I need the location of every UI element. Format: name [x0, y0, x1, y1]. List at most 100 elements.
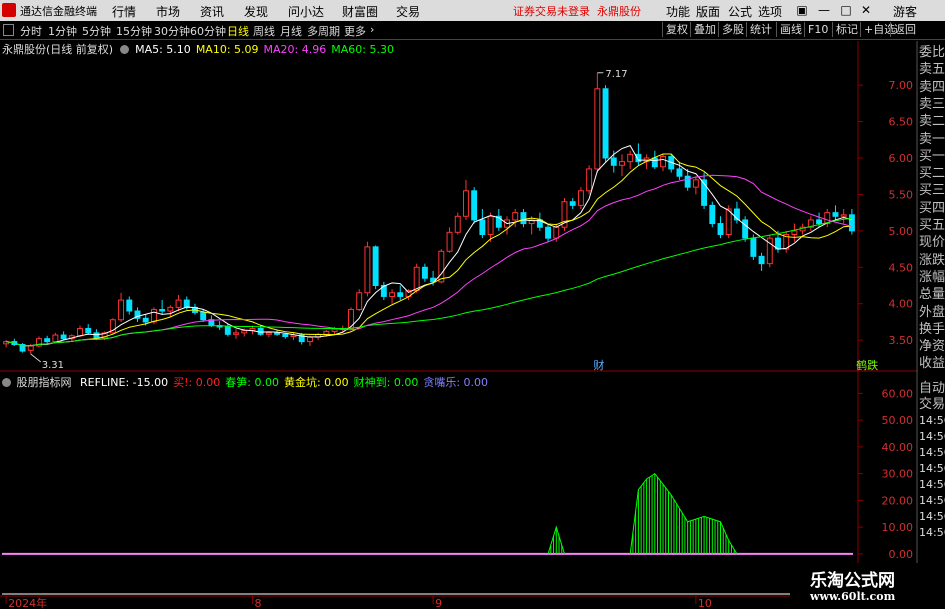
- side-panel-item[interactable]: 14:56: [919, 413, 945, 429]
- side-panel-item[interactable]: 交易: [919, 397, 945, 413]
- candle-body: [290, 334, 297, 337]
- side-panel-item[interactable]: 买一: [919, 149, 945, 165]
- candle-body: [11, 341, 18, 346]
- menu-item-options[interactable]: 选项: [758, 3, 782, 20]
- side-panel-item[interactable]: 买三: [919, 183, 945, 199]
- restore-icon[interactable]: ▣: [794, 2, 810, 18]
- tab-monthly[interactable]: 月线: [280, 23, 302, 39]
- side-panel-item[interactable]: 14:56: [919, 445, 945, 461]
- menu-item-layout[interactable]: 版面: [696, 3, 720, 20]
- back-button[interactable]: 返回: [890, 22, 919, 37]
- candle-body: [372, 246, 379, 286]
- multi-stock-button[interactable]: 多股: [718, 22, 747, 37]
- side-panel-item[interactable]: 总量: [919, 287, 945, 303]
- sub-chart-header: 股朋指标网 REFLINE: -15.00 买!: 0.00 春笋: 0.00 黄金坑…: [2, 374, 488, 390]
- maximize-icon[interactable]: □: [838, 2, 854, 18]
- candle-body: [52, 334, 59, 343]
- candle-body: [364, 246, 371, 294]
- side-panel-item[interactable]: 卖一: [919, 132, 945, 148]
- login-status[interactable]: 证券交易未登录 永鼎股份: [513, 3, 641, 19]
- candle-body: [68, 335, 75, 340]
- side-panel-item[interactable]: 换手: [919, 322, 945, 338]
- side-panel-item[interactable]: 收益: [919, 356, 945, 372]
- side-panel-item[interactable]: 自动: [919, 381, 945, 397]
- high-price-label: 7.17: [605, 69, 627, 80]
- indicator-value-label: REFLINE: -15.00: [80, 376, 169, 389]
- tab-daily[interactable]: 日线: [227, 23, 249, 39]
- menu-item-formula[interactable]: 公式: [728, 3, 752, 20]
- menu-item-trade[interactable]: 交易: [396, 3, 420, 20]
- menu-item-quotes[interactable]: 行情: [112, 3, 136, 20]
- side-panel-item[interactable]: 卖五: [919, 62, 945, 78]
- panel-toggle-icon[interactable]: [3, 24, 14, 36]
- side-panel-item[interactable]: 买四: [919, 201, 945, 217]
- menu-item-discover[interactable]: 发现: [244, 3, 268, 20]
- tab-5min[interactable]: 5分钟: [82, 23, 111, 39]
- side-panel-item[interactable]: 14:56: [919, 525, 945, 541]
- guest-user[interactable]: 游客: [893, 3, 917, 20]
- indicator-value-label: 贪嘴乐: 0.00: [423, 376, 489, 389]
- indicator-settings-icon[interactable]: [2, 378, 11, 387]
- side-panel-item[interactable]: 涨幅: [919, 270, 945, 286]
- close-icon[interactable]: ✕: [858, 2, 874, 18]
- side-panel-item[interactable]: 现价: [919, 235, 945, 251]
- overlay-button[interactable]: 叠加: [690, 22, 719, 37]
- low-pointer: [30, 353, 42, 363]
- tab-intraday[interactable]: 分时: [20, 23, 42, 39]
- tab-15min[interactable]: 15分钟: [116, 23, 152, 39]
- settings-icon[interactable]: [119, 45, 129, 54]
- price-chart[interactable]: 7.00 6.50 6.00 5.50 5.00 4.50 4.00 3.50 60.00 50.…: [0, 0, 945, 609]
- x-tick-label: 2024年: [8, 596, 47, 609]
- menu-item-ask-xiaoda[interactable]: 问小达: [288, 3, 324, 20]
- sub-y-tick-label: 30.00: [882, 468, 914, 481]
- menu-item-news[interactable]: 资讯: [200, 3, 224, 20]
- mark-button[interactable]: 标记: [832, 22, 861, 37]
- ma10-line: [6, 153, 852, 347]
- adjust-price-button[interactable]: 复权: [662, 22, 691, 37]
- candle-body: [216, 325, 223, 328]
- side-panel-item[interactable]: 卖四: [919, 80, 945, 96]
- candle-body: [19, 344, 26, 352]
- side-panel-item[interactable]: 14:56: [919, 493, 945, 509]
- candle-body: [93, 332, 100, 339]
- candle-body: [142, 317, 149, 323]
- side-panel-item[interactable]: 14:56: [919, 509, 945, 525]
- candle-body: [331, 328, 338, 332]
- tab-more-arrow-icon[interactable]: ›: [370, 23, 374, 36]
- side-panel-item[interactable]: 14:56: [919, 461, 945, 477]
- tab-30min[interactable]: 30分钟: [154, 23, 190, 39]
- side-panel-item[interactable]: 买二: [919, 166, 945, 182]
- candle-body: [775, 237, 781, 250]
- side-panel-item[interactable]: 14:56: [919, 477, 945, 493]
- candle-body: [159, 309, 166, 312]
- candle-body: [167, 306, 174, 312]
- tab-1min[interactable]: 1分钟: [48, 23, 77, 39]
- quote-side-panel: 委比 卖五卖四 卖三 卖二卖一 买一 买二 买三买四 买五 现价涨跌 涨幅 总量外盘 换手 净资 收益自动…: [918, 41, 945, 586]
- tab-more[interactable]: 更多: [344, 23, 366, 39]
- minimize-icon[interactable]: —: [816, 2, 832, 18]
- menu-item-market[interactable]: 市场: [156, 3, 180, 20]
- tab-weekly[interactable]: 周线: [253, 23, 275, 39]
- side-panel-item[interactable]: 买五: [919, 218, 945, 234]
- side-panel-item[interactable]: 涨跌: [919, 253, 945, 269]
- candle-body: [742, 219, 749, 239]
- statistics-button[interactable]: 统计: [746, 22, 775, 37]
- menu-item-function[interactable]: 功能: [666, 3, 690, 20]
- side-panel-item[interactable]: 卖三: [919, 97, 945, 113]
- candle-body: [791, 230, 798, 236]
- side-panel-item[interactable]: 委比: [919, 45, 945, 61]
- side-panel-item[interactable]: 14:56: [919, 429, 945, 445]
- side-panel-item[interactable]: 卖二: [919, 114, 945, 130]
- candle-body: [397, 292, 404, 297]
- candle-body: [528, 219, 535, 225]
- y-tick-label: 4.50: [889, 261, 914, 274]
- side-panel-item[interactable]: 净资: [919, 339, 945, 355]
- menu-item-wealth-circle[interactable]: 财富圈: [342, 3, 378, 20]
- f10-button[interactable]: F10: [804, 22, 831, 37]
- candle-body: [150, 309, 157, 323]
- tab-multi-period[interactable]: 多周期: [307, 23, 340, 39]
- watermark: 乐淘公式网 www.60lt.com: [790, 563, 945, 609]
- side-panel-item[interactable]: 外盘: [919, 305, 945, 321]
- draw-line-button[interactable]: 画线: [776, 22, 805, 37]
- tab-60min[interactable]: 60分钟: [190, 23, 226, 39]
